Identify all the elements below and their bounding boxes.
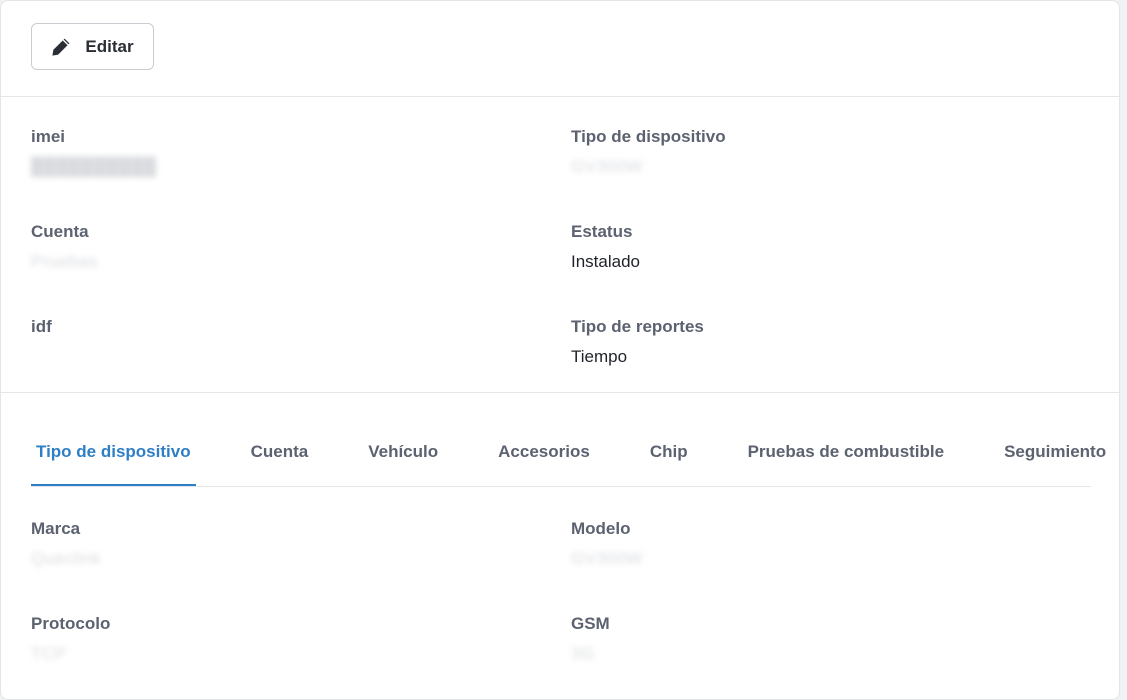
field-label: Marca [31, 519, 81, 538]
edit-button[interactable]: Editar [31, 23, 154, 70]
tab-bar: Tipo de dispositivo Cuenta Vehículo Acce… [31, 438, 1106, 487]
tab-fuel-tests[interactable]: Pruebas de combustible [743, 438, 950, 482]
field-label: imei [31, 127, 66, 146]
toolbar: Editar [1, 1, 1119, 97]
field-label: Protocolo [31, 614, 111, 633]
field-label: Cuenta [31, 222, 89, 241]
field-value: Tiempo [571, 347, 628, 366]
tab-tracking[interactable]: Seguimiento [999, 438, 1111, 482]
device-detail-card: Editar imei ██████████ Tipo de dispositi… [0, 0, 1120, 700]
field-label: GSM [571, 614, 610, 633]
field-label: Estatus [571, 222, 633, 241]
field-value: TCP [31, 644, 67, 663]
field-value: ██████████ [31, 157, 157, 176]
field-label: Modelo [571, 519, 631, 538]
tab-account[interactable]: Cuenta [246, 438, 314, 482]
field-report-type: Tipo de reportes Tiempo [571, 317, 704, 367]
field-brand: Marca Queclink [31, 519, 101, 569]
edit-button-label: Editar [85, 36, 134, 56]
field-value: Pruebas [31, 252, 98, 271]
field-status: Estatus Instalado [571, 222, 640, 272]
tab-device-type[interactable]: Tipo de dispositivo [31, 438, 196, 486]
tab-vehicle[interactable]: Vehículo [363, 438, 443, 482]
field-account: Cuenta Pruebas [31, 222, 98, 272]
tabs-section: Tipo de dispositivo Cuenta Vehículo Acce… [1, 393, 1119, 693]
field-value: Queclink [31, 549, 102, 568]
field-imei: imei ██████████ [31, 127, 156, 177]
tab-chip[interactable]: Chip [645, 438, 693, 482]
field-label: Tipo de dispositivo [571, 127, 726, 146]
tab-accessories[interactable]: Accesorios [493, 438, 595, 482]
field-value: 3G [571, 644, 595, 663]
field-value: GV300W [571, 549, 643, 568]
field-protocol: Protocolo TCP [31, 614, 110, 664]
field-label: Tipo de reportes [571, 317, 704, 336]
field-value: GV300W [571, 157, 643, 176]
field-device-type: Tipo de dispositivo GV300W [571, 127, 726, 177]
field-value [31, 347, 52, 367]
field-idf: idf [31, 317, 52, 367]
pencil-icon [51, 37, 71, 57]
field-value: Instalado [571, 252, 640, 271]
field-model: Modelo GV300W [571, 519, 643, 569]
field-label: idf [31, 317, 52, 336]
device-details: imei ██████████ Tipo de dispositivo GV30… [1, 97, 1119, 393]
field-gsm: GSM 3G [571, 614, 610, 664]
